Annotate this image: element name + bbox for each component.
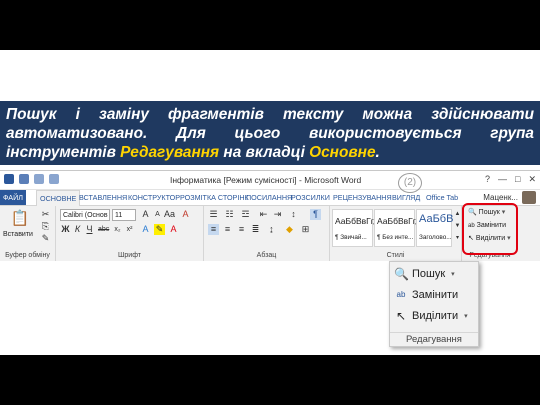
tab-file[interactable]: ФАЙЛ (0, 190, 26, 205)
paste-icon[interactable]: 📋 (10, 210, 30, 228)
justify-icon[interactable]: ≣ (250, 224, 261, 235)
format-painter-icon[interactable]: ✎ (40, 233, 51, 244)
zoom-select-button[interactable]: ↖ Виділити ▾ (394, 307, 468, 325)
avatar[interactable] (522, 191, 536, 204)
group-label-styles: Стилі (386, 252, 405, 259)
editing-zoom-panel: 🔍 Пошук ▾ ab Замінити ↖ Виділити ▾ Редаг… (389, 261, 479, 347)
dropdown-caret-icon: ▾ (451, 271, 455, 278)
align-center-icon[interactable]: ≡ (222, 224, 233, 235)
bold-icon[interactable]: Ж (60, 224, 71, 235)
group-clipboard: 📋 Вставити ✂ ⎘ ✎ Буфер обміну (0, 206, 56, 261)
tab-insert[interactable]: ВСТАВЛЕННЯ (76, 190, 130, 205)
group-paragraph: ☰ ☷ ☲ ⇤ ⇥ ↕ ¶ ≡ ≡ ≡ ≣ ↨ ◆ ⊞ Абзац (204, 206, 330, 261)
dropdown-caret-icon: ▾ (464, 313, 468, 320)
maximize-icon[interactable]: □ (515, 174, 520, 185)
strikethrough-icon[interactable]: abc (98, 224, 109, 235)
zoom-find-button[interactable]: 🔍 Пошук ▾ (394, 265, 455, 283)
quick-access-toolbar (4, 174, 59, 184)
cursor-icon: ↖ (395, 309, 407, 323)
redo-icon[interactable] (49, 174, 59, 184)
zoom-select-label: Виділити (412, 310, 459, 322)
group-label-clipboard: Буфер обміну (5, 252, 50, 259)
italic-icon[interactable]: К (72, 224, 83, 235)
caption-part-3: . (375, 144, 380, 161)
bullets-icon[interactable]: ☰ (208, 209, 219, 220)
shrink-font-icon[interactable]: A (152, 209, 163, 220)
close-icon[interactable]: ✕ (528, 174, 536, 185)
caption-highlight-editing: Редагування (120, 144, 220, 161)
tab-office-tab[interactable]: Office Tab (423, 190, 461, 205)
numbering-icon[interactable]: ☷ (224, 209, 235, 220)
title-bar: Інформатика [Режим сумісності] - Microso… (0, 171, 540, 190)
group-label-paragraph: Абзац (256, 252, 277, 259)
superscript-icon[interactable]: x² (124, 224, 135, 235)
borders-icon[interactable]: ⊞ (300, 224, 311, 235)
align-left-icon[interactable]: ≡ (208, 224, 219, 235)
cut-icon[interactable]: ✂ (40, 209, 51, 220)
zoom-replace-button[interactable]: ab Замінити (394, 286, 459, 304)
zoom-find-label: Пошук (412, 268, 446, 280)
increase-indent-icon[interactable]: ⇥ (272, 209, 283, 220)
style-sample: АаБбВ (419, 213, 454, 225)
line-spacing-icon[interactable]: ↨ (266, 224, 277, 235)
binoculars-icon: 🔍 (394, 267, 409, 281)
show-marks-icon[interactable]: ¶ (310, 209, 321, 220)
style-no-spacing[interactable]: АаБбВвГг, ¶ Без инте... (374, 209, 418, 247)
style-name: ¶ Без инте... (377, 234, 414, 241)
zoom-group-label: Редагування (390, 332, 478, 346)
window-title: Інформатика [Режим сумісності] - Microso… (170, 175, 362, 185)
tab-layout[interactable]: РОЗМІТКА СТОРІНК (177, 190, 252, 205)
font-size-select[interactable]: 11 (112, 209, 136, 221)
caption-banner: Пошук і заміну фрагментів тексту можна з… (0, 101, 540, 165)
underline-icon[interactable]: Ч (84, 224, 95, 235)
undo-icon[interactable] (34, 174, 44, 184)
text-effects-icon[interactable]: A (140, 224, 151, 235)
replace-icon: ab (396, 290, 406, 299)
ribbon-tabs: ФАЙЛ ОСНОВНЕ ВСТАВЛЕННЯ КОНСТРУКТОР РОЗМ… (0, 190, 540, 207)
help-icon[interactable]: ? (485, 174, 490, 185)
group-font: Calibri (Основ 11 A A Aa A Ж К Ч abc x₂ … (56, 206, 204, 261)
window-controls: ? — □ ✕ (485, 174, 536, 185)
clear-format-icon[interactable]: A (180, 209, 191, 220)
subscript-icon[interactable]: x₂ (112, 224, 123, 235)
grow-font-icon[interactable]: A (140, 209, 151, 220)
tab-mailings[interactable]: РОЗСИЛКИ (288, 190, 333, 205)
group-label-font: Шрифт (117, 252, 142, 259)
word-window: Інформатика [Режим сумісності] - Microso… (0, 170, 540, 261)
style-normal[interactable]: АаБбВвГг, ¶ Звичай... (332, 209, 376, 247)
group-styles: АаБбВвГг, ¶ Звичай... АаБбВвГг, ¶ Без ин… (330, 206, 462, 261)
minimize-icon[interactable]: — (498, 174, 507, 185)
caption-part-2: на вкладці (219, 144, 310, 161)
style-sample: АаБбВвГг, (335, 216, 376, 226)
editing-highlight-frame (462, 203, 518, 255)
align-right-icon[interactable]: ≡ (236, 224, 247, 235)
ribbon: 📋 Вставити ✂ ⎘ ✎ Буфер обміну Calibri (О… (0, 206, 540, 261)
word-logo-icon (4, 174, 14, 184)
highlight-icon[interactable]: ✎ (154, 224, 165, 235)
save-icon[interactable] (19, 174, 29, 184)
sort-icon[interactable]: ↕ (288, 209, 299, 220)
tab-home[interactable]: ОСНОВНЕ (36, 190, 81, 207)
callout-number: (2) (398, 173, 422, 193)
style-name: ¶ Звичай... (335, 234, 367, 241)
caption-text: Пошук і заміну фрагментів тексту можна з… (6, 105, 534, 162)
style-heading[interactable]: АаБбВ Заголово... (416, 209, 454, 247)
font-name-select[interactable]: Calibri (Основ (60, 209, 110, 221)
style-name: Заголово... (419, 234, 452, 241)
style-sample: АаБбВвГг, (377, 216, 418, 226)
copy-icon[interactable]: ⎘ (40, 221, 51, 232)
paste-button[interactable]: Вставити (3, 229, 33, 241)
tab-review[interactable]: РЕЦЕНЗУВАННЯ (330, 190, 395, 205)
multilevel-list-icon[interactable]: ☲ (240, 209, 251, 220)
font-color-icon[interactable]: A (168, 224, 179, 235)
caption-highlight-home: Основне (309, 144, 376, 161)
tab-design[interactable]: КОНСТРУКТОР (125, 190, 183, 205)
change-case-icon[interactable]: Aa (164, 209, 175, 220)
decrease-indent-icon[interactable]: ⇤ (258, 209, 269, 220)
zoom-replace-label: Замінити (412, 289, 459, 301)
shading-icon[interactable]: ◆ (284, 224, 295, 235)
